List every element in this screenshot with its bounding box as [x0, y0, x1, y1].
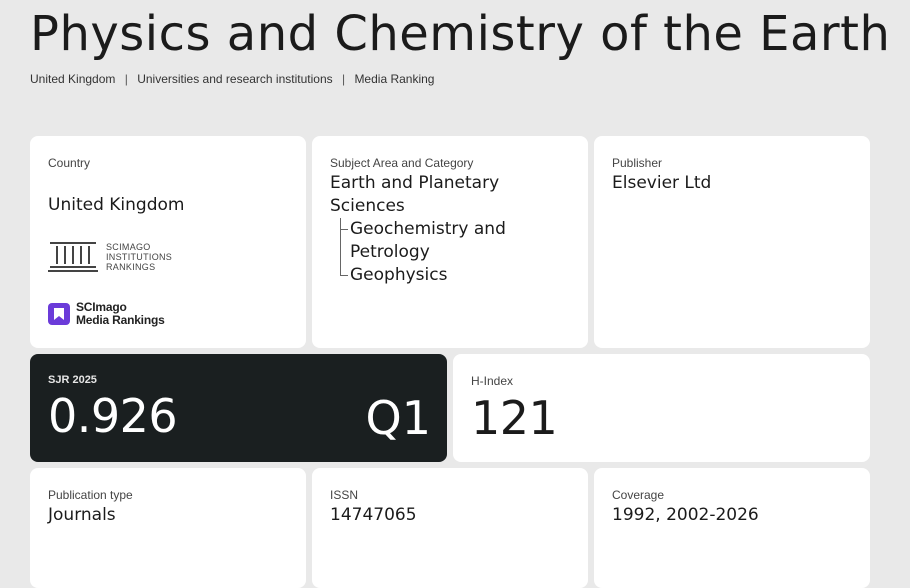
- smr-logo-text: SCImago Media Rankings: [76, 300, 165, 327]
- subject-area-card: Subject Area and Category Earth and Plan…: [312, 136, 588, 348]
- category-link-geophysics[interactable]: Geophysics: [340, 264, 570, 287]
- scimago-institutions-rankings-logo[interactable]: SCIMAGO INSTITUTIONS RANKINGS: [48, 242, 172, 272]
- issn-card: ISSN 14747065: [312, 468, 588, 588]
- coverage-value: 1992, 2002-2026: [612, 505, 759, 525]
- publisher-card: Publisher Elsevier Ltd: [594, 136, 870, 348]
- breadcrumb-separator: |: [124, 72, 128, 86]
- category-link-geochemistry[interactable]: Geochemistry and Petrology: [340, 218, 570, 264]
- institution-columns-icon: [48, 242, 98, 272]
- category-tree: Geochemistry and Petrology Geophysics: [340, 218, 570, 287]
- sjr-card: SJR 2025 0.926 Q1: [30, 354, 447, 462]
- publication-type-value: Journals: [48, 505, 116, 525]
- publisher-link[interactable]: Elsevier Ltd: [612, 172, 852, 195]
- breadcrumb: United Kingdom | Universities and resear…: [30, 72, 434, 86]
- publication-type-card: Publication type Journals: [30, 468, 306, 588]
- breadcrumb-country-link[interactable]: United Kingdom: [30, 72, 115, 86]
- hindex-card: H-Index 121: [453, 354, 870, 462]
- tree-connector-line: [340, 218, 341, 276]
- publication-type-label: Publication type: [48, 488, 133, 502]
- sjr-label: SJR 2025: [48, 374, 97, 386]
- breadcrumb-institutions-link[interactable]: Universities and research institutions: [137, 72, 332, 86]
- media-rankings-badge-icon: [48, 303, 70, 325]
- breadcrumb-separator: |: [341, 72, 346, 86]
- issn-label: ISSN: [330, 488, 359, 502]
- issn-value: 14747065: [330, 505, 417, 525]
- page-title: Physics and Chemistry of the Earth: [30, 6, 891, 62]
- country-label: Country: [48, 156, 91, 170]
- breadcrumb-media-ranking-link[interactable]: Media Ranking: [354, 72, 434, 86]
- quartile-link[interactable]: Q1: [366, 394, 431, 442]
- country-value-link[interactable]: United Kingdom: [48, 194, 288, 217]
- publisher-label: Publisher: [612, 156, 663, 170]
- scimago-media-rankings-logo[interactable]: SCImago Media Rankings: [48, 301, 165, 327]
- coverage-label: Coverage: [612, 488, 665, 502]
- subject-area-label: Subject Area and Category: [330, 156, 474, 170]
- coverage-card: Coverage 1992, 2002-2026: [594, 468, 870, 588]
- subject-area-link[interactable]: Earth and Planetary Sciences: [330, 172, 570, 218]
- country-card: Country United Kingdom SCIMAGO INSTITUTI…: [30, 136, 306, 348]
- hindex-value: 121: [471, 391, 558, 445]
- sir-logo-text: SCIMAGO INSTITUTIONS RANKINGS: [106, 242, 173, 272]
- hindex-label: H-Index: [471, 374, 514, 388]
